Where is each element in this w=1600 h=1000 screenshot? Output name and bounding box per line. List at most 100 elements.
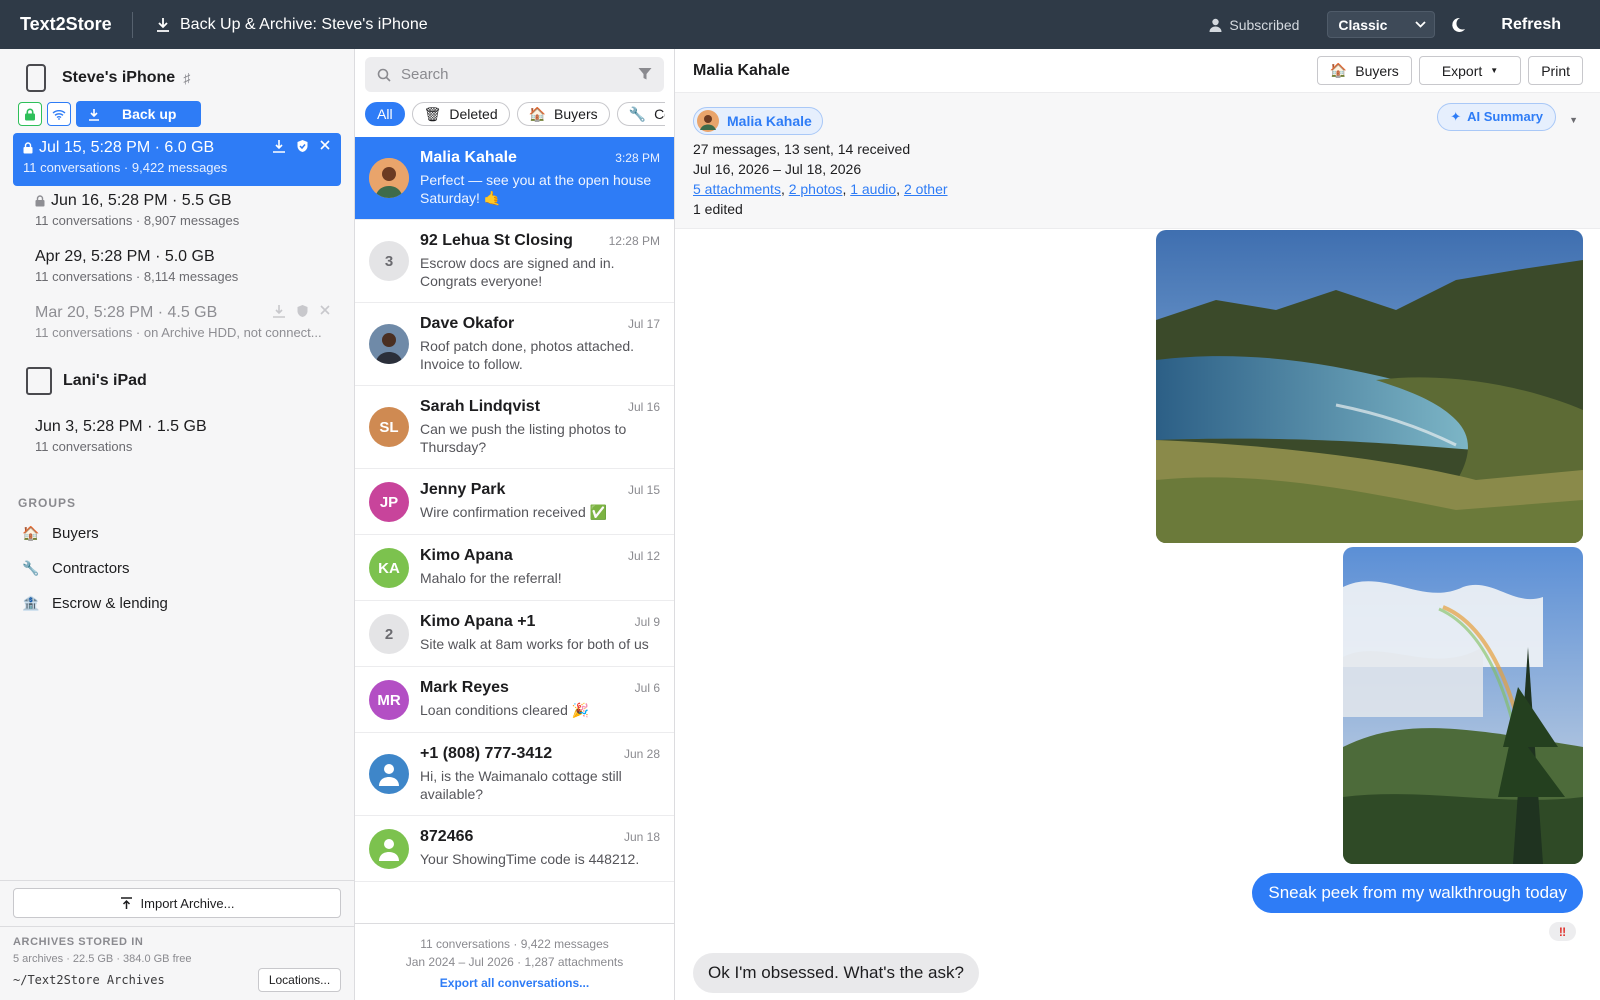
photo-attachment-rainbow[interactable] xyxy=(1343,547,1583,864)
outgoing-message[interactable]: Sneak peek from my walkthrough today xyxy=(1252,873,1583,913)
audio-link[interactable]: 1 audio xyxy=(850,181,896,197)
device-name: Steve's iPhone xyxy=(62,69,176,86)
group-escrow-lending[interactable]: 🏦 Escrow & lending xyxy=(0,586,354,621)
photo-attachment-bay[interactable] xyxy=(1156,230,1583,543)
device-lanis-ipad[interactable]: Lani's iPad xyxy=(0,360,354,402)
conversation-time: Jul 12 xyxy=(627,549,660,563)
wrench-icon: 🔧 xyxy=(628,105,647,122)
subscription-status[interactable]: Subscribed xyxy=(1209,17,1299,33)
chevron-down-icon xyxy=(1415,21,1427,28)
landscape-photo-rainbow xyxy=(1343,547,1583,864)
moon-icon[interactable] xyxy=(1449,16,1467,34)
top-bar: Text2Store Back Up & Archive: Steve's iP… xyxy=(0,0,1600,49)
conversation-preview: Wire confirmation received ✅ xyxy=(420,504,608,520)
conversation-time: Jul 6 xyxy=(634,681,660,695)
print-button[interactable]: Print xyxy=(1528,56,1583,85)
chip-buyers[interactable]: 🏠 Buyers xyxy=(516,102,610,126)
search-icon xyxy=(377,68,391,82)
style-select[interactable]: Classic xyxy=(1327,11,1436,38)
contact-chip[interactable]: Malia Kahale xyxy=(693,107,823,135)
conversation-time: Jul 15 xyxy=(627,483,660,497)
sidebar: Steve's iPhone ♯ Back up Jul 15, 5:28 PM… xyxy=(0,49,355,1000)
close-icon[interactable] xyxy=(319,139,331,151)
conversation-time: 12:28 PM xyxy=(608,234,660,248)
wifi-sync-button[interactable] xyxy=(47,102,71,126)
download-icon[interactable] xyxy=(272,139,286,153)
conversation-preview: Escrow docs are signed and in. Congrats … xyxy=(420,255,615,289)
ai-summary-label: AI Summary xyxy=(1467,109,1543,124)
archive-title: Mar 20, 5:28 PM · 4.5 GB xyxy=(35,304,218,321)
window-title-text: Back Up & Archive: Steve's iPhone xyxy=(180,15,428,33)
buyers-group-button[interactable]: 🏠 Buyers xyxy=(1316,56,1412,85)
chip-all[interactable]: All xyxy=(365,102,405,126)
import-archive-button[interactable]: Import Archive... xyxy=(13,888,341,918)
ai-summary-caret-icon[interactable]: ▼ xyxy=(1569,110,1578,130)
group-contractors[interactable]: 🔧 Contractors xyxy=(0,551,354,586)
date-range: Jul 16, 2026 – Jul 18, 2026 xyxy=(693,161,862,177)
chip-deleted[interactable]: 🗑 Deleted xyxy=(411,102,510,126)
topbar-divider xyxy=(132,11,133,38)
ai-summary-button[interactable]: ✦ AI Summary xyxy=(1437,103,1556,131)
conversation-list: Malia Kahale 3:28 PM Perfect — see you at… xyxy=(355,137,674,882)
conversation-name: Dave Okafor xyxy=(420,315,515,332)
search-input[interactable]: Search xyxy=(401,66,449,83)
house-icon: 🏠 xyxy=(1329,62,1348,78)
conversation-name: 872466 xyxy=(420,828,474,845)
encryption-button[interactable] xyxy=(18,102,42,126)
archive-title: Jun 16, 5:28 PM · 5.5 GB xyxy=(51,192,232,209)
conversation-item[interactable]: 3 92 Lehua St Closing 12:28 PM Escrow doc… xyxy=(355,220,674,303)
archive-item[interactable]: Jun 3, 5:28 PM · 1.5 GB 11 conversations xyxy=(13,412,341,468)
conversation-preview: Loan conditions cleared 🎉 xyxy=(420,702,590,718)
archive-item[interactable]: Jul 15, 5:28 PM · 6.0 GB 11 conversation… xyxy=(13,133,341,186)
device-steves-iphone[interactable]: Steve's iPhone ♯ xyxy=(0,57,354,99)
emphasis-reaction-icon[interactable]: ‼ xyxy=(1549,922,1576,941)
shield-check-icon[interactable] xyxy=(296,304,309,318)
device-extra-icon: ♯ xyxy=(183,70,191,86)
conversation-item[interactable]: 872466 Jun 18 Your ShowingTime code is 44… xyxy=(355,816,674,882)
search-box[interactable]: Search xyxy=(365,57,664,92)
conversation-item[interactable]: 2 Kimo Apana +1 Jul 9 Site walk at 8am wo… xyxy=(355,601,674,667)
shield-check-icon[interactable] xyxy=(296,139,309,153)
conversation-item[interactable]: JP Jenny Park Jul 15 Wire confirmation re… xyxy=(355,469,674,535)
conversation-info: Malia Kahale 27 messages, 13 sent, 14 re… xyxy=(675,93,1600,229)
back-up-button[interactable]: Back up xyxy=(76,101,201,127)
conversation-name: Sarah Lindqvist xyxy=(420,398,541,415)
person-icon xyxy=(379,764,399,786)
conversation-item[interactable]: SL Sarah Lindqvist Jul 16 Can we push the… xyxy=(355,386,674,469)
archive-title: Jul 15, 5:28 PM · 6.0 GB xyxy=(39,139,215,156)
chip-contractors[interactable]: 🔧 Co xyxy=(616,102,665,126)
archive-item-offline[interactable]: Mar 20, 5:28 PM · 4.5 GB 11 conversation… xyxy=(13,298,341,354)
other-link[interactable]: 2 other xyxy=(904,181,948,197)
conversation-time: Jul 9 xyxy=(634,615,660,629)
conversation-item[interactable]: Malia Kahale 3:28 PM Perfect — see you at… xyxy=(355,137,674,220)
archive-title: Jun 3, 5:28 PM · 1.5 GB xyxy=(35,418,207,435)
archive-item[interactable]: Jun 16, 5:28 PM · 5.5 GB 11 conversation… xyxy=(13,186,341,242)
archive-subtitle: 11 conversations · 8,114 messages xyxy=(35,269,239,284)
conversation-item[interactable]: Dave Okafor Jul 17 Roof patch done, photo… xyxy=(355,303,674,386)
photos-link[interactable]: 2 photos xyxy=(789,181,843,197)
conversation-item[interactable]: +1 (808) 777-3412 Jun 28 Hi, is the Waima… xyxy=(355,733,674,816)
avatar: 3 xyxy=(369,241,409,281)
conversation-item[interactable]: KA Kimo Apana Jul 12 Mahalo for the refer… xyxy=(355,535,674,601)
import-archive-label: Import Archive... xyxy=(140,895,235,911)
filter-icon[interactable] xyxy=(638,67,652,81)
download-icon[interactable] xyxy=(272,304,286,318)
locations-button[interactable]: Locations... xyxy=(258,968,341,992)
group-buyers[interactable]: 🏠 Buyers xyxy=(0,516,354,551)
wrench-icon: 🔧 xyxy=(22,560,40,576)
attachments-link[interactable]: 5 attachments xyxy=(693,181,781,197)
conversation-time: 3:28 PM xyxy=(615,151,660,165)
device-tools: Back up xyxy=(0,99,354,129)
refresh-button[interactable]: Refresh xyxy=(1501,16,1561,34)
house-icon: 🏠 xyxy=(528,105,547,122)
lock-icon xyxy=(25,108,35,120)
upload-icon xyxy=(120,896,132,909)
export-button[interactable]: Export ▼ xyxy=(1418,56,1522,85)
archive-item[interactable]: Apr 29, 5:28 PM · 5.0 GB 11 conversation… xyxy=(13,242,341,298)
bank-icon: 🏦 xyxy=(22,595,40,611)
close-icon[interactable] xyxy=(319,304,331,316)
download-icon xyxy=(157,17,169,32)
conversation-item[interactable]: MR Mark Reyes Jul 6 Loan conditions clear… xyxy=(355,667,674,733)
incoming-message[interactable]: Ok I'm obsessed. What's the ask? xyxy=(693,953,979,993)
export-all-link[interactable]: Export all conversations... xyxy=(355,974,674,992)
